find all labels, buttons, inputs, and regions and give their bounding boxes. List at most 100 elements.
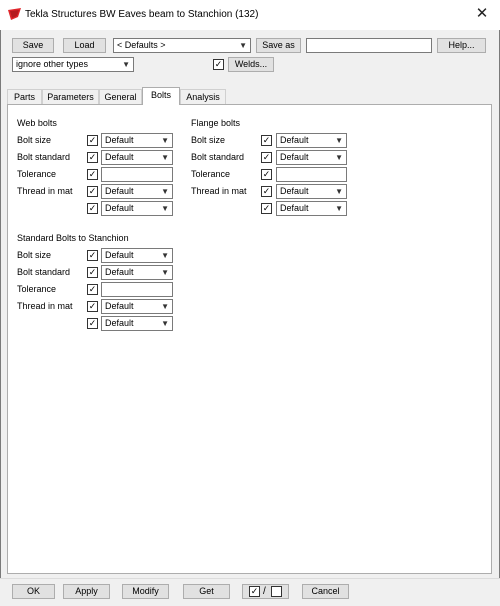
filter-select-value: ignore other types: [16, 59, 89, 69]
flange-bolt-standard-value: Default: [280, 152, 309, 162]
chevron-down-icon: ▼: [122, 60, 130, 69]
flange-thread-checkbox-2[interactable]: ✓: [261, 203, 272, 214]
std-bolt-standard-checkbox[interactable]: ✓: [87, 267, 98, 278]
modify-button[interactable]: Modify: [122, 584, 169, 599]
flange-bolt-size-select[interactable]: Default ▼: [276, 133, 347, 148]
web-bolts-heading: Web bolts: [17, 118, 57, 128]
flange-thread-select-2[interactable]: Default ▼: [276, 201, 347, 216]
std-tolerance-label: Tolerance: [17, 284, 57, 294]
flange-bolt-size-checkbox[interactable]: ✓: [261, 135, 272, 146]
tab-bolts[interactable]: Bolts: [142, 87, 180, 105]
web-thread-select-2[interactable]: Default ▼: [101, 201, 173, 216]
chevron-down-icon: ▼: [161, 319, 169, 328]
web-thread-label: Thread in mat: [17, 186, 73, 196]
web-thread-value-1: Default: [105, 186, 134, 196]
standard-bolts-heading: Standard Bolts to Stanchion: [17, 233, 129, 243]
tekla-logo-icon: [8, 8, 21, 20]
chevron-down-icon: ▼: [239, 41, 247, 50]
web-bolt-standard-checkbox[interactable]: ✓: [87, 152, 98, 163]
chevron-down-icon: ▼: [161, 302, 169, 311]
bolts-panel: [7, 104, 492, 574]
std-bolt-standard-select[interactable]: Default ▼: [101, 265, 173, 280]
flange-tolerance-field[interactable]: [276, 167, 347, 182]
std-thread-checkbox-1[interactable]: ✓: [87, 301, 98, 312]
chevron-down-icon: ▼: [161, 136, 169, 145]
chevron-down-icon: ▼: [335, 187, 343, 196]
std-thread-select-1[interactable]: Default ▼: [101, 299, 173, 314]
chevron-down-icon: ▼: [161, 187, 169, 196]
chevron-down-icon: ▼: [161, 204, 169, 213]
std-bolt-standard-value: Default: [105, 267, 134, 277]
chevron-down-icon: ▼: [335, 153, 343, 162]
flange-thread-value-2: Default: [280, 203, 309, 213]
tab-analysis[interactable]: Analysis: [180, 89, 226, 105]
web-thread-value-2: Default: [105, 203, 134, 213]
toggle-all-button[interactable]: ✓ /: [242, 584, 289, 599]
flange-tolerance-label: Tolerance: [191, 169, 231, 179]
flange-thread-select-1[interactable]: Default ▼: [276, 184, 347, 199]
load-button[interactable]: Load: [63, 38, 106, 53]
tab-general[interactable]: General: [99, 89, 142, 105]
std-thread-label: Thread in mat: [17, 301, 73, 311]
web-bolt-standard-label: Bolt standard: [17, 152, 71, 162]
flange-thread-checkbox-1[interactable]: ✓: [261, 186, 272, 197]
flange-bolt-standard-checkbox[interactable]: ✓: [261, 152, 272, 163]
check-all-icon: ✓: [249, 586, 260, 597]
defaults-select-value: < Defaults >: [117, 40, 166, 50]
std-thread-value-1: Default: [105, 301, 134, 311]
flange-thread-value-1: Default: [280, 186, 309, 196]
filter-select[interactable]: ignore other types ▼: [12, 57, 134, 72]
welds-button[interactable]: Welds...: [228, 57, 274, 72]
chevron-down-icon: ▼: [161, 153, 169, 162]
apply-button[interactable]: Apply: [63, 584, 110, 599]
std-thread-select-2[interactable]: Default ▼: [101, 316, 173, 331]
tab-parts[interactable]: Parts: [7, 89, 42, 105]
save-button[interactable]: Save: [12, 38, 54, 53]
window-title: Tekla Structures BW Eaves beam to Stanch…: [25, 9, 259, 20]
std-bolt-standard-label: Bolt standard: [17, 267, 71, 277]
flange-bolt-size-value: Default: [280, 135, 309, 145]
flange-bolt-size-label: Bolt size: [191, 135, 226, 145]
web-thread-checkbox-2[interactable]: ✓: [87, 203, 98, 214]
web-bolt-size-label: Bolt size: [17, 135, 52, 145]
web-thread-checkbox-1[interactable]: ✓: [87, 186, 98, 197]
std-bolt-size-value: Default: [105, 250, 134, 260]
std-bolt-size-checkbox[interactable]: ✓: [87, 250, 98, 261]
web-bolt-standard-select[interactable]: Default ▼: [101, 150, 173, 165]
close-icon[interactable]: ✕: [472, 4, 492, 24]
chevron-down-icon: ▼: [161, 268, 169, 277]
flange-bolt-standard-label: Bolt standard: [191, 152, 245, 162]
std-bolt-size-label: Bolt size: [17, 250, 52, 260]
std-thread-value-2: Default: [105, 318, 134, 328]
web-tolerance-checkbox[interactable]: ✓: [87, 169, 98, 180]
flange-thread-label: Thread in mat: [191, 186, 247, 196]
flange-bolt-standard-select[interactable]: Default ▼: [276, 150, 347, 165]
help-button[interactable]: Help...: [437, 38, 486, 53]
cancel-button[interactable]: Cancel: [302, 584, 349, 599]
web-thread-select-1[interactable]: Default ▼: [101, 184, 173, 199]
save-as-button[interactable]: Save as: [256, 38, 301, 53]
std-bolt-size-select[interactable]: Default ▼: [101, 248, 173, 263]
chevron-down-icon: ▼: [161, 251, 169, 260]
chevron-down-icon: ▼: [335, 136, 343, 145]
save-as-name-field[interactable]: [306, 38, 432, 53]
web-bolt-standard-value: Default: [105, 152, 134, 162]
std-thread-checkbox-2[interactable]: ✓: [87, 318, 98, 329]
web-tolerance-field[interactable]: [101, 167, 173, 182]
welds-checkbox[interactable]: ✓: [213, 59, 224, 70]
web-tolerance-label: Tolerance: [17, 169, 57, 179]
toggle-separator: /: [263, 586, 266, 597]
uncheck-all-icon: [271, 586, 282, 597]
flange-bolts-heading: Flange bolts: [191, 118, 241, 128]
std-tolerance-field[interactable]: [101, 282, 173, 297]
tab-parameters[interactable]: Parameters: [42, 89, 99, 105]
web-bolt-size-checkbox[interactable]: ✓: [87, 135, 98, 146]
web-bolt-size-select[interactable]: Default ▼: [101, 133, 173, 148]
ok-button[interactable]: OK: [12, 584, 55, 599]
chevron-down-icon: ▼: [335, 204, 343, 213]
defaults-select[interactable]: < Defaults > ▼: [113, 38, 251, 53]
flange-tolerance-checkbox[interactable]: ✓: [261, 169, 272, 180]
std-tolerance-checkbox[interactable]: ✓: [87, 284, 98, 295]
get-button[interactable]: Get: [183, 584, 230, 599]
web-bolt-size-value: Default: [105, 135, 134, 145]
